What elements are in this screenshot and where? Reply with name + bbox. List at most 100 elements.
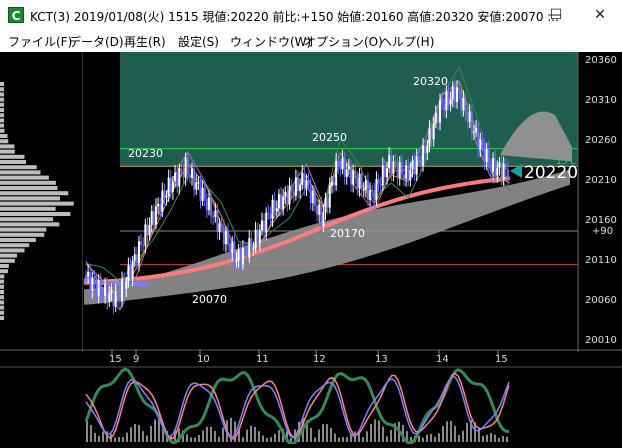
candle-body	[360, 173, 363, 191]
profile-bar	[0, 165, 37, 170]
profile-bar	[0, 201, 74, 206]
candle-body	[250, 238, 253, 249]
oscillator-panel	[0, 366, 622, 446]
candle-body	[199, 182, 202, 202]
candle-body	[464, 97, 467, 113]
volume-bar	[498, 437, 500, 442]
candle-body	[434, 113, 437, 124]
candle-body	[330, 181, 333, 186]
candle-body	[483, 146, 486, 163]
profile-bar	[0, 154, 25, 159]
volume-bar	[506, 436, 508, 442]
candle-body	[441, 99, 444, 105]
profile-bar	[0, 108, 4, 112]
candle-body	[180, 168, 183, 171]
candle-body	[436, 113, 439, 123]
volume-bar	[254, 427, 256, 442]
candle-body	[290, 185, 293, 192]
profile-bar	[0, 123, 4, 128]
candle-body	[95, 282, 98, 296]
candle-body	[451, 86, 454, 100]
candle-body	[487, 149, 490, 166]
menu-options[interactable]: オプション(O)	[304, 33, 383, 50]
profile-bar	[0, 144, 15, 149]
candle-body	[207, 197, 210, 211]
candle-body	[116, 291, 119, 299]
profile-bar	[0, 316, 4, 320]
volume-bar	[270, 437, 272, 442]
candle-body	[106, 283, 109, 303]
reference-line-label: 15 L	[556, 157, 575, 167]
candle-body	[422, 145, 425, 166]
close-button[interactable]: ✕	[578, 0, 622, 30]
volume-bar	[438, 433, 440, 442]
candle-body	[99, 279, 102, 295]
candle-body	[97, 279, 100, 296]
candle-body	[212, 216, 215, 218]
candle-body	[328, 185, 331, 208]
candle-body	[309, 185, 312, 204]
candle-body	[93, 277, 96, 283]
maximize-button[interactable]: ☐	[536, 0, 576, 30]
candle-body	[227, 230, 230, 245]
profile-bar	[0, 134, 8, 138]
volume-bar	[266, 437, 268, 442]
candle-body	[216, 210, 219, 233]
candle-body	[502, 163, 505, 180]
candle-body	[174, 172, 177, 182]
volume-bar	[102, 431, 104, 442]
candle-body	[159, 203, 162, 212]
candle-body	[248, 238, 251, 258]
candle-body	[222, 226, 225, 245]
candle-body	[375, 179, 378, 201]
candle-body	[244, 247, 246, 249]
price-tick-label: 20360	[585, 55, 617, 66]
volume-bar	[378, 420, 380, 442]
menu-file[interactable]: ファイル(F)	[8, 33, 72, 50]
menu-settings[interactable]: 設定(S)	[178, 33, 219, 50]
volume-bar	[342, 436, 344, 442]
menu-help[interactable]: ヘルプ(H)	[380, 33, 434, 50]
profile-bar	[0, 206, 56, 211]
candle-body	[506, 169, 509, 179]
volume-bar	[382, 426, 384, 442]
candle-body	[411, 160, 414, 170]
candle-body	[449, 99, 452, 105]
candle-body	[320, 204, 323, 227]
candle-body	[468, 111, 471, 123]
candle-body	[301, 172, 304, 185]
chart-area[interactable]: 20320 20250 20230 20170 20070 20360 20310 2026…	[0, 52, 622, 446]
candle-body	[481, 139, 484, 147]
volume-bar	[370, 423, 372, 442]
candle-body	[364, 180, 367, 190]
volume-bar	[366, 431, 368, 442]
candle-body	[460, 91, 463, 111]
price-chart[interactable]: 20320 20250 20230 20170 20070 20360 20310 2026…	[0, 52, 622, 446]
candle-body	[294, 177, 297, 196]
candle-body	[350, 166, 352, 185]
volume-bar	[258, 431, 260, 442]
candle-body	[345, 169, 348, 178]
candle-body	[494, 158, 497, 176]
candle-body	[400, 161, 403, 175]
price-tick-label: 20160	[585, 215, 617, 226]
candle-body	[184, 157, 187, 178]
menu-window[interactable]: ウィンドウ(W)	[230, 33, 311, 50]
candle-body	[263, 220, 266, 233]
profile-bar	[0, 149, 15, 154]
candle-body	[214, 210, 217, 218]
profile-bar	[0, 253, 18, 258]
menu-bar: ファイル(F) データ(D) 再生(R) 設定(S) ウィンドウ(W) オプショ…	[0, 30, 622, 52]
window-title: KCT(3) 2019/01/08(火) 1515 現値:20220 前比:+1…	[30, 10, 559, 24]
candle-body	[260, 220, 263, 230]
volume-bar	[354, 431, 356, 442]
candle-body	[492, 158, 495, 172]
menu-replay[interactable]: 再生(R)	[124, 33, 166, 50]
menu-data[interactable]: データ(D)	[69, 33, 124, 50]
volume-profile	[0, 82, 74, 320]
time-tick-label: 10	[197, 354, 210, 365]
panel-divider	[82, 52, 83, 352]
candle-body	[472, 131, 475, 133]
volume-bar	[206, 426, 208, 442]
candle-body	[352, 170, 355, 185]
